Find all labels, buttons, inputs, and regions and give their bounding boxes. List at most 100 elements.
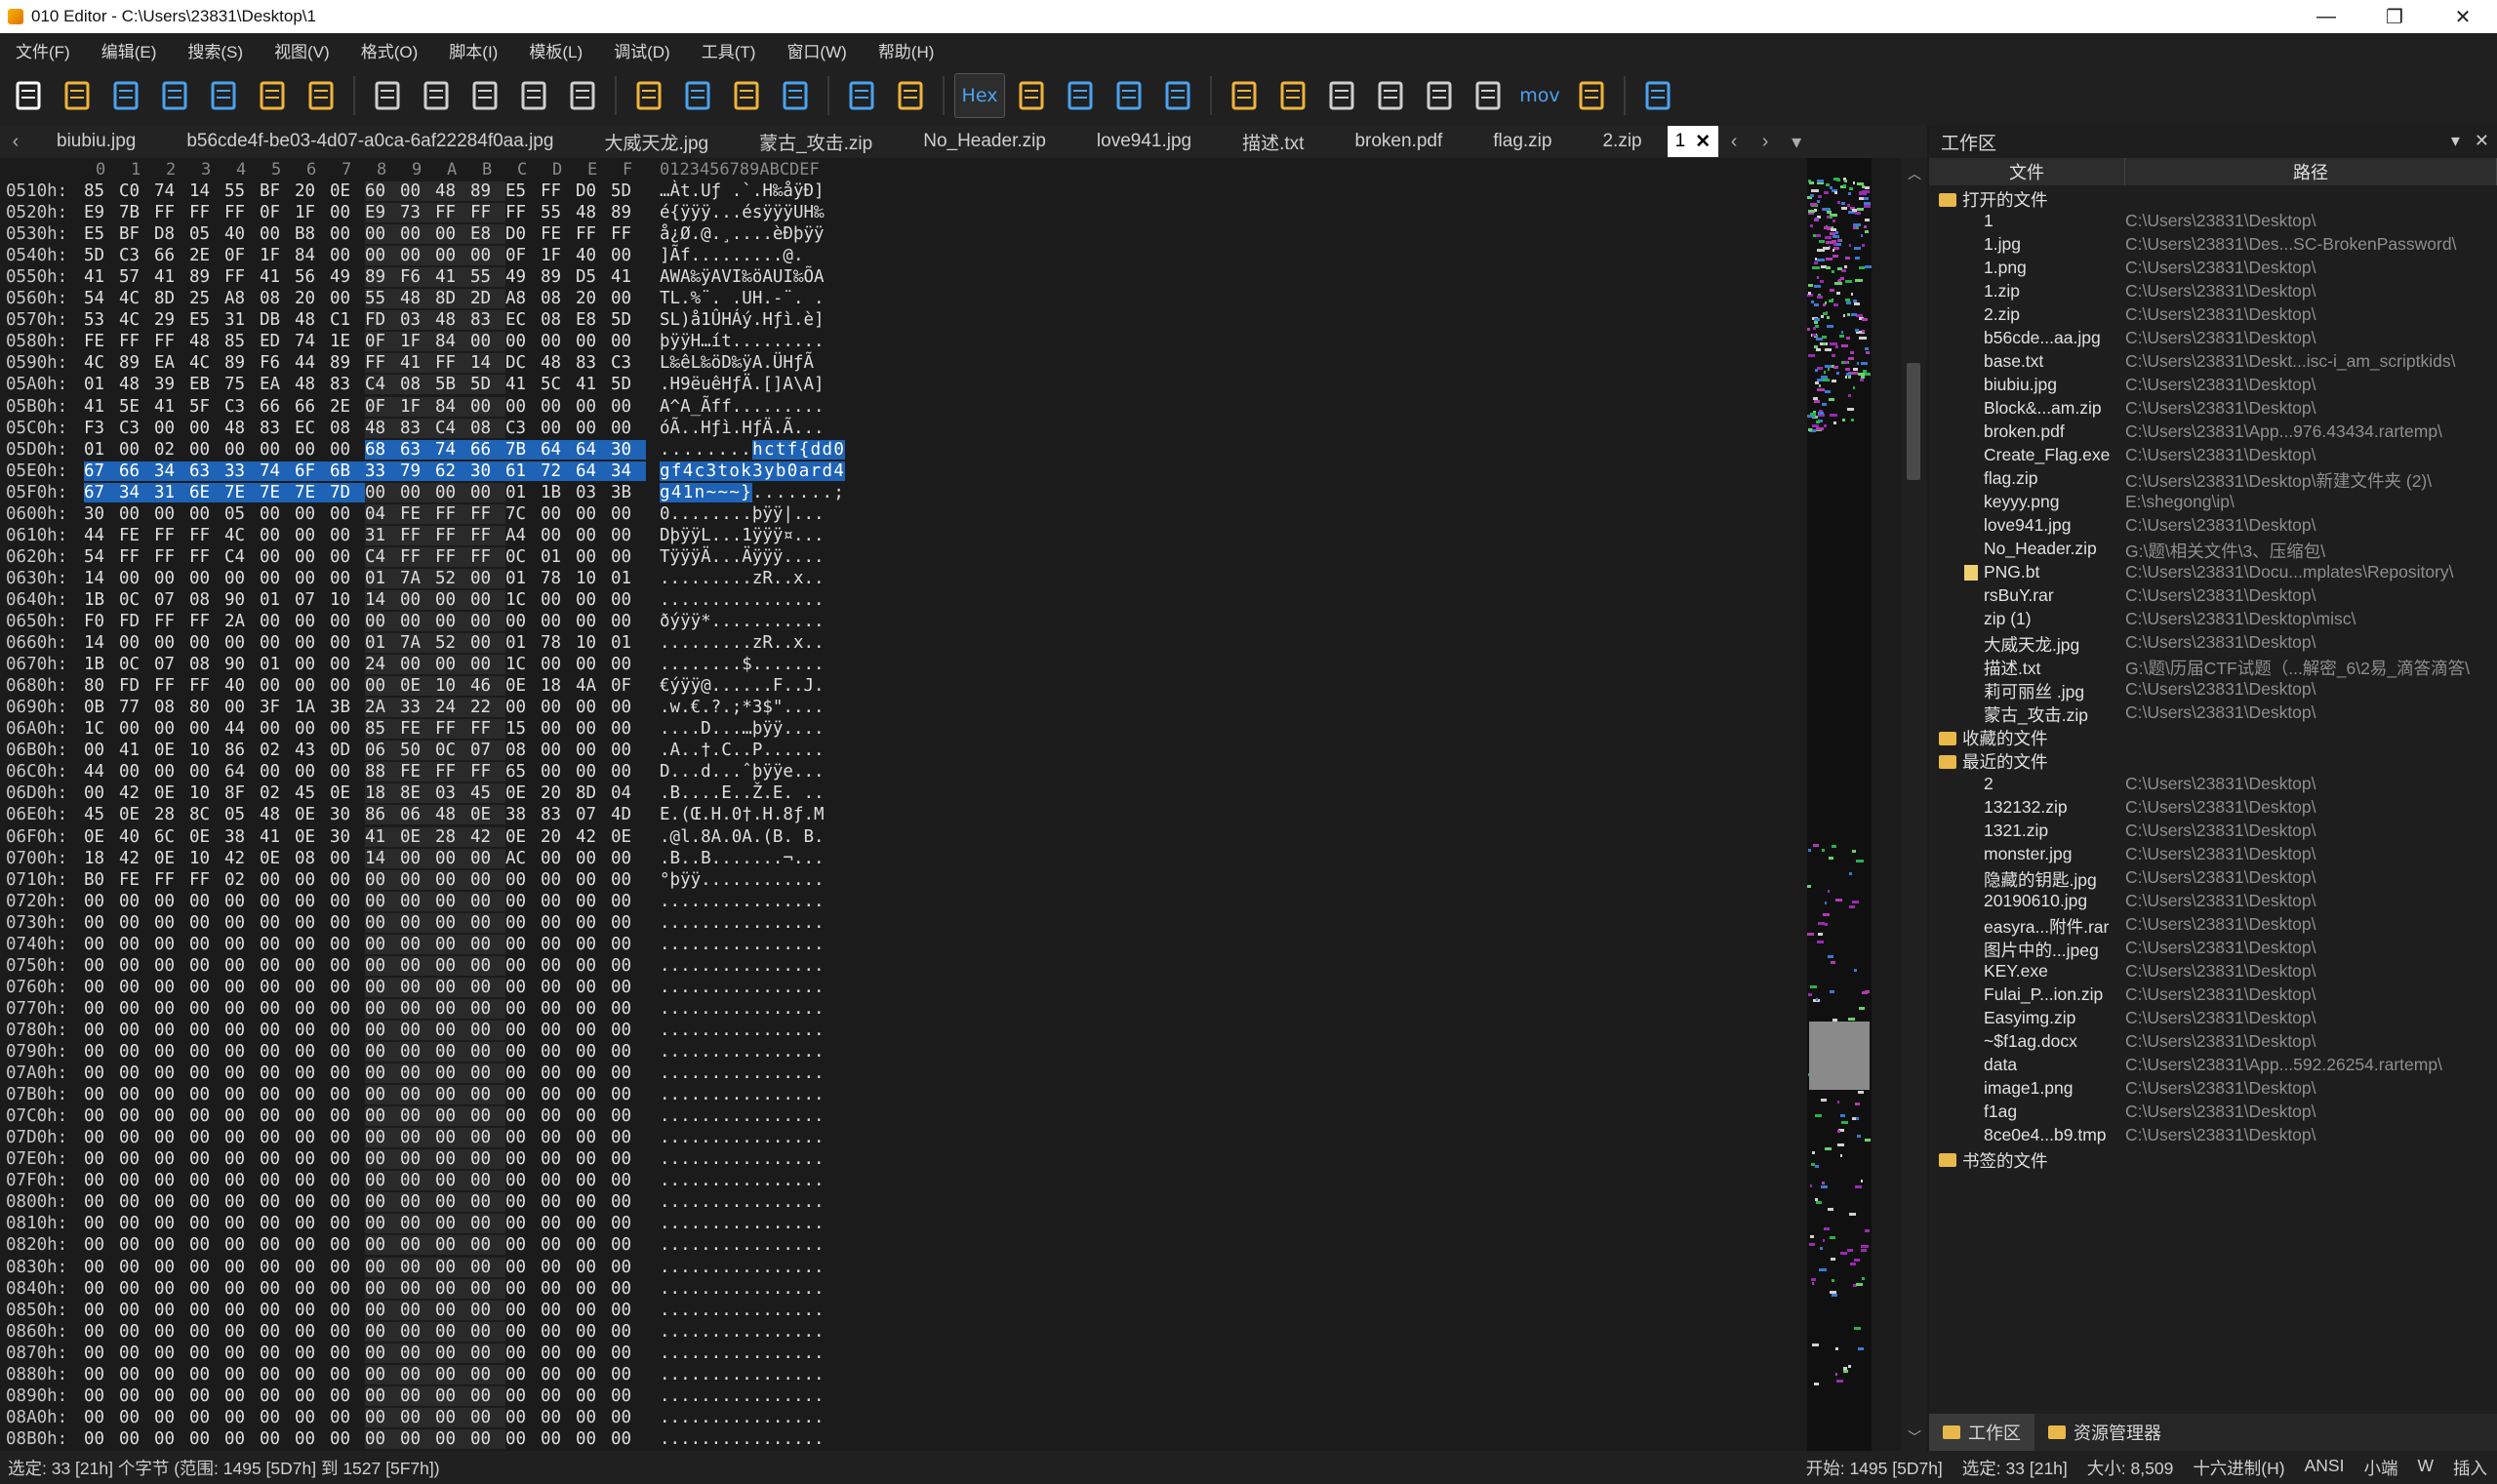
hex-byte[interactable]: 1F bbox=[400, 396, 435, 417]
ascii-char[interactable]: . bbox=[822, 483, 833, 502]
hex-byte[interactable]: 48 bbox=[119, 375, 154, 394]
hex-byte[interactable]: 00 bbox=[260, 1408, 295, 1427]
hex-byte[interactable]: 00 bbox=[119, 956, 154, 976]
hex-byte[interactable]: 00 bbox=[330, 526, 365, 545]
hex-byte[interactable]: 07 bbox=[295, 590, 330, 610]
hex-byte[interactable]: 00 bbox=[541, 655, 576, 674]
hex-byte[interactable]: 0F bbox=[611, 676, 646, 696]
hex-byte[interactable]: C4 bbox=[224, 547, 260, 567]
row-ascii[interactable]: ................ bbox=[660, 1386, 825, 1406]
hex-byte[interactable]: 00 bbox=[611, 1085, 646, 1104]
hex-byte[interactable]: 00 bbox=[330, 913, 365, 933]
hex-byte[interactable]: 00 bbox=[541, 849, 576, 868]
hex-byte[interactable]: 00 bbox=[224, 1386, 260, 1406]
hex-byte[interactable]: 00 bbox=[541, 762, 576, 782]
row-bytes[interactable]: 4C 89 EA 4C 89 F6 44 89 FF 41 FF 14 DC 48 83 C3 bbox=[84, 353, 646, 374]
hex-byte[interactable]: 00 bbox=[154, 569, 189, 588]
hex-byte[interactable]: 00 bbox=[505, 1429, 541, 1449]
hex-byte[interactable]: 4C bbox=[224, 526, 260, 545]
hex-byte[interactable]: 00 bbox=[224, 569, 260, 588]
hex-byte[interactable]: 00 bbox=[611, 1279, 646, 1299]
hex-byte[interactable]: 00 bbox=[330, 1214, 365, 1233]
hex-byte[interactable]: 00 bbox=[435, 1214, 470, 1234]
hex-byte[interactable]: 00 bbox=[330, 676, 365, 696]
hex-byte[interactable]: 00 bbox=[260, 1279, 295, 1299]
hex-byte[interactable]: 00 bbox=[611, 612, 646, 631]
row-ascii[interactable]: é{ÿÿÿ...ésÿÿÿUH‰ bbox=[660, 203, 825, 222]
hex-byte[interactable]: 00 bbox=[576, 1408, 611, 1427]
hex-byte[interactable]: 00 bbox=[470, 955, 505, 976]
row-bytes[interactable]: E9 7B FF FF FF 0F 1F 00 E9 73 FF FF FF 55 48 89 bbox=[84, 203, 646, 223]
hex-byte[interactable]: 00 bbox=[224, 1106, 260, 1126]
hex-byte[interactable]: 00 bbox=[260, 224, 295, 244]
hex-byte[interactable]: 00 bbox=[224, 1171, 260, 1190]
hex-byte[interactable]: 00 bbox=[470, 1192, 505, 1213]
hex-byte[interactable]: 00 bbox=[365, 1278, 400, 1299]
hex-byte[interactable]: 00 bbox=[611, 504, 646, 524]
hex-byte[interactable]: 00 bbox=[119, 935, 154, 954]
hex-byte[interactable]: 00 bbox=[119, 1085, 154, 1104]
hex-byte[interactable]: 0E bbox=[154, 849, 189, 868]
hex-byte[interactable]: 00 bbox=[470, 1128, 505, 1148]
hex-byte[interactable]: 52 bbox=[435, 633, 470, 654]
hex-byte[interactable]: 00 bbox=[611, 1063, 646, 1083]
hex-row[interactable]: 0870h: 00 00 00 00 00 00 00 00 00 00 00 00 00 00 00 00..… bbox=[0, 1343, 859, 1365]
hex-byte[interactable]: 00 bbox=[576, 526, 611, 545]
hex-byte[interactable]: 1A bbox=[295, 698, 330, 717]
hex-byte[interactable]: FF bbox=[470, 203, 505, 223]
hex-byte[interactable]: 00 bbox=[154, 1365, 189, 1384]
workspace-file-row[interactable]: No_Header.zip G:\题\相关文件\3、压缩包\ bbox=[1929, 539, 2497, 562]
hex-byte[interactable]: 0F bbox=[224, 246, 260, 265]
hex-byte[interactable]: 1F bbox=[295, 203, 330, 222]
hex-byte[interactable]: 00 bbox=[505, 1258, 541, 1277]
hex-byte[interactable]: 00 bbox=[330, 1021, 365, 1040]
hex-byte[interactable]: 00 bbox=[365, 1149, 400, 1170]
ascii-char[interactable]: ~ bbox=[705, 482, 718, 502]
hex-byte[interactable]: EA bbox=[154, 353, 189, 373]
pause-icon[interactable] bbox=[1635, 73, 1680, 118]
hex-editor-pane[interactable]: 0 1 2 3 4 5 6 7 8 9 A B C D E F 0123456789ABCDEF 0510h: 8… bbox=[0, 158, 1927, 1451]
hex-byte[interactable]: 83 bbox=[470, 310, 505, 331]
hex-byte[interactable]: 00 bbox=[295, 1171, 330, 1190]
ascii-char[interactable]: f bbox=[786, 439, 799, 460]
hex-byte[interactable]: 00 bbox=[330, 935, 365, 954]
workspace-file-row[interactable]: ~$f1ag.docx C:\Users\23831\Desktop\ bbox=[1929, 1031, 2497, 1055]
hex-byte[interactable]: 00 bbox=[154, 1021, 189, 1040]
menu-item-4[interactable]: 格式(O) bbox=[345, 33, 434, 66]
hex-byte[interactable]: 00 bbox=[119, 1344, 154, 1363]
hex-byte[interactable]: 00 bbox=[154, 1171, 189, 1190]
hex-byte[interactable]: C3 bbox=[505, 419, 541, 438]
hex-byte[interactable]: 00 bbox=[260, 676, 295, 696]
hex-byte[interactable]: 00 bbox=[295, 1214, 330, 1233]
hex-byte[interactable]: 00 bbox=[154, 1128, 189, 1147]
hex-byte[interactable]: 00 bbox=[330, 1106, 365, 1126]
hex-byte[interactable]: 01 bbox=[260, 590, 295, 610]
hex-row[interactable]: 07B0h: 00 00 00 00 00 00 00 00 00 00 00 00 00 00 00 00..… bbox=[0, 1085, 859, 1106]
hex-byte[interactable]: C3 bbox=[119, 246, 154, 265]
hex-byte[interactable]: 00 bbox=[541, 999, 576, 1019]
hex-row[interactable]: 08A0h: 00 00 00 00 00 00 00 00 00 00 00 00 00 00 00 00..… bbox=[0, 1407, 859, 1429]
hex-byte[interactable]: 73 bbox=[400, 203, 435, 223]
run-template-icon[interactable] bbox=[888, 73, 933, 118]
inspector-icon[interactable] bbox=[1270, 73, 1315, 118]
menu-item-10[interactable]: 帮助(H) bbox=[863, 33, 950, 66]
hex-byte[interactable]: 28 bbox=[435, 826, 470, 847]
hex-byte[interactable]: 00 bbox=[119, 1235, 154, 1255]
hex-byte[interactable]: 43 bbox=[295, 741, 330, 760]
workspace-file-row[interactable]: 蒙古_攻击.zip C:\Users\23831\Desktop\ bbox=[1929, 702, 2497, 726]
row-ascii[interactable]: ................ bbox=[660, 590, 825, 610]
hex-byte[interactable]: 48 bbox=[224, 419, 260, 438]
hex-byte[interactable]: 05 bbox=[224, 504, 260, 524]
ascii-char[interactable]: . bbox=[764, 483, 776, 502]
file-tab[interactable]: love941.jpg bbox=[1071, 125, 1217, 158]
hex-byte[interactable]: 1C bbox=[505, 655, 541, 674]
hex-row[interactable]: 0830h: 00 00 00 00 00 00 00 00 00 00 00 00 00 00 00 00..… bbox=[0, 1257, 859, 1279]
hex-byte[interactable]: 00 bbox=[260, 547, 295, 567]
row-ascii[interactable]: ]Ãf.........@. bbox=[660, 246, 804, 265]
hex-byte[interactable]: 00 bbox=[470, 912, 505, 933]
hex-byte[interactable]: 00 bbox=[84, 783, 119, 803]
hex-byte[interactable]: 10 bbox=[435, 676, 470, 697]
hex-byte[interactable]: C0 bbox=[119, 181, 154, 201]
hex-byte[interactable]: 00 bbox=[154, 1408, 189, 1427]
hex-byte[interactable]: FF bbox=[154, 332, 189, 351]
